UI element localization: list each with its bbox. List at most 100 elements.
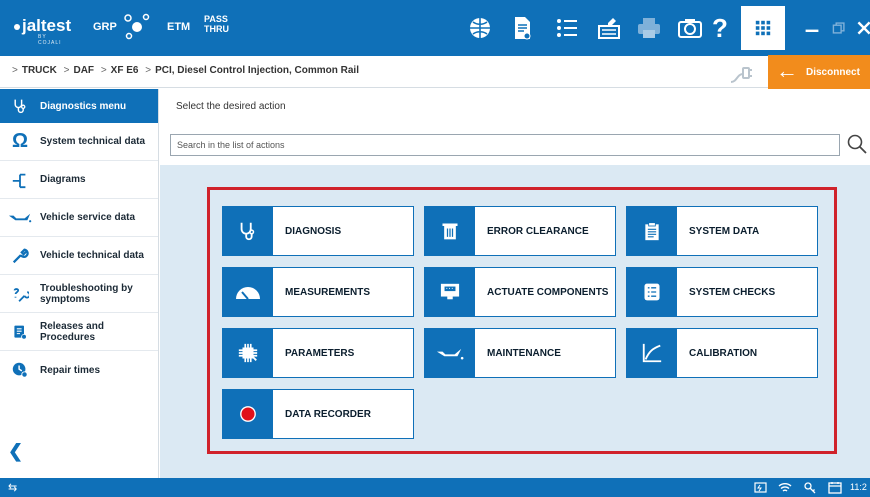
action-parameters[interactable]: PARAMETERS — [222, 328, 414, 378]
breadcrumb-item[interactable]: DAF — [73, 65, 94, 76]
action-system-data[interactable]: SYSTEM DATA — [626, 206, 818, 256]
list-icon[interactable] — [551, 12, 583, 44]
sidebar: Diagnostics menu Ω System technical data… — [0, 89, 159, 478]
wifi-icon — [778, 483, 792, 492]
trash-icon — [425, 207, 475, 255]
globe-icon[interactable] — [464, 12, 496, 44]
action-calibration[interactable]: CALIBRATION — [626, 328, 818, 378]
action-label: MEASUREMENTS — [285, 286, 371, 298]
breadcrumb-separator: > — [12, 65, 18, 76]
breadcrumb: > TRUCK > DAF > XF E6 > PCI, Diesel Control … — [8, 65, 359, 76]
action-label: SYSTEM DATA — [689, 225, 760, 237]
arrow-left-icon: ← — [776, 58, 798, 83]
chip-icon — [223, 329, 273, 377]
breadcrumb-item: PCI, Diesel Control Injection, Common Ra… — [155, 65, 359, 76]
calendar-icon — [828, 482, 842, 494]
grp-label[interactable]: GRP — [93, 21, 117, 33]
oil-can-icon — [0, 210, 40, 225]
action-system-checks[interactable]: SYSTEM CHECKS — [626, 267, 818, 317]
action-label: SYSTEM CHECKS — [689, 286, 776, 298]
checklist-icon — [627, 268, 677, 316]
calibration-curve-icon — [627, 329, 677, 377]
diagram-icon — [0, 171, 40, 189]
sidebar-item-label: Repair times — [40, 364, 101, 376]
status-bar: ⇆ 11:2 — [0, 478, 870, 497]
sidebar-item-label: Troubleshooting by symptoms — [40, 282, 133, 305]
etm-label[interactable]: ETM — [167, 21, 190, 33]
action-actuate-components[interactable]: ACTUATE COMPONENTS — [424, 267, 616, 317]
sidebar-item-system-technical-data[interactable]: Ω System technical data — [0, 123, 158, 161]
close-icon[interactable] — [852, 16, 870, 40]
action-diagnosis[interactable]: DIAGNOSIS — [222, 206, 414, 256]
logo-dot — [14, 23, 20, 30]
action-label: ERROR CLEARANCE — [487, 225, 589, 237]
main-header: Select the desired action — [160, 89, 870, 123]
connection-plug-icon — [730, 67, 752, 83]
collapse-sidebar-icon[interactable]: ❮ — [8, 441, 23, 462]
gauge-icon — [223, 268, 273, 316]
sidebar-item-label: Vehicle technical data — [40, 250, 144, 261]
breadcrumb-separator: > — [63, 65, 70, 76]
key-icon — [804, 482, 816, 494]
sidebar-item-vehicle-technical-data[interactable]: Vehicle technical data — [0, 237, 158, 275]
sidebar-item-label: System technical data — [40, 136, 146, 147]
molecule-icon[interactable] — [122, 12, 152, 42]
breadcrumb-item[interactable]: XF E6 — [111, 65, 139, 76]
action-measurements[interactable]: MEASUREMENTS — [222, 267, 414, 317]
action-label: DIAGNOSIS — [285, 225, 342, 237]
apps-grid-icon[interactable] — [741, 6, 785, 50]
sidebar-header-label: Diagnostics menu — [40, 100, 127, 112]
camera-icon[interactable] — [674, 12, 706, 44]
record-icon — [223, 390, 273, 438]
usb-icon: ⇆ — [8, 482, 18, 494]
monitor-icon — [425, 268, 475, 316]
logo-subtitle: BY COJALI — [38, 34, 62, 46]
search-input[interactable]: Search in the list of actions — [170, 134, 840, 156]
disconnect-button[interactable]: ← Disconnect — [768, 55, 870, 89]
document-icon[interactable] — [506, 12, 538, 44]
omega-icon: Ω — [11, 130, 29, 152]
action-label: PARAMETERS — [285, 347, 355, 359]
sidebar-item-releases[interactable]: Releases and Procedures — [0, 313, 158, 351]
clock-time: 11:2 — [850, 482, 867, 492]
clipboard-edit-icon[interactable] — [593, 12, 625, 44]
help-icon[interactable]: ? — [704, 12, 736, 44]
breadcrumb-separator: > — [100, 65, 107, 76]
sidebar-header[interactable]: Diagnostics menu — [0, 89, 158, 123]
action-label: MAINTENANCE — [487, 347, 561, 359]
action-label: DATA RECORDER — [285, 408, 371, 420]
stethoscope-icon — [223, 207, 273, 255]
action-maintenance[interactable]: MAINTENANCE — [424, 328, 616, 378]
stethoscope-icon — [0, 98, 40, 114]
jaltest-window: jaltest BY COJALI GRP ETM PASS THRU ? > … — [0, 0, 870, 497]
sidebar-item-troubleshooting[interactable]: Troubleshooting by symptoms — [0, 275, 158, 313]
top-bar: jaltest BY COJALI GRP ETM PASS THRU ? — [0, 0, 870, 56]
disconnect-label: Disconnect — [806, 66, 860, 78]
breadcrumb-item[interactable]: TRUCK — [22, 65, 57, 76]
sidebar-item-diagrams[interactable]: Diagrams — [0, 161, 158, 199]
wrench-icon — [0, 247, 40, 265]
pass-thru-label[interactable]: PASS THRU — [204, 14, 244, 34]
instruction-text: Select the desired action — [176, 101, 286, 112]
action-data-recorder[interactable]: DATA RECORDER — [222, 389, 414, 439]
jaltest-logo: jaltest BY COJALI — [14, 16, 72, 46]
search-placeholder: Search in the list of actions — [177, 140, 285, 150]
sidebar-item-label: Diagrams — [40, 174, 86, 185]
logo-text: jaltest — [22, 16, 72, 35]
sidebar-item-vehicle-service-data[interactable]: Vehicle service data — [0, 199, 158, 237]
action-label: CALIBRATION — [689, 347, 758, 359]
battery-icon — [754, 482, 767, 493]
printer-icon[interactable] — [633, 12, 665, 44]
breadcrumb-separator: > — [145, 65, 152, 76]
minimize-icon[interactable] — [800, 16, 824, 40]
oil-can-icon — [425, 329, 475, 377]
sidebar-item-label: Vehicle service data — [40, 212, 136, 223]
sidebar-item-repair-times[interactable]: Repair times — [0, 351, 158, 389]
restore-icon[interactable] — [827, 16, 851, 40]
procedures-icon — [0, 323, 40, 341]
search-icon[interactable] — [846, 133, 868, 155]
action-error-clearance[interactable]: ERROR CLEARANCE — [424, 206, 616, 256]
troubleshoot-icon — [0, 285, 40, 303]
clipboard-icon — [627, 207, 677, 255]
repair-times-icon — [0, 361, 40, 379]
